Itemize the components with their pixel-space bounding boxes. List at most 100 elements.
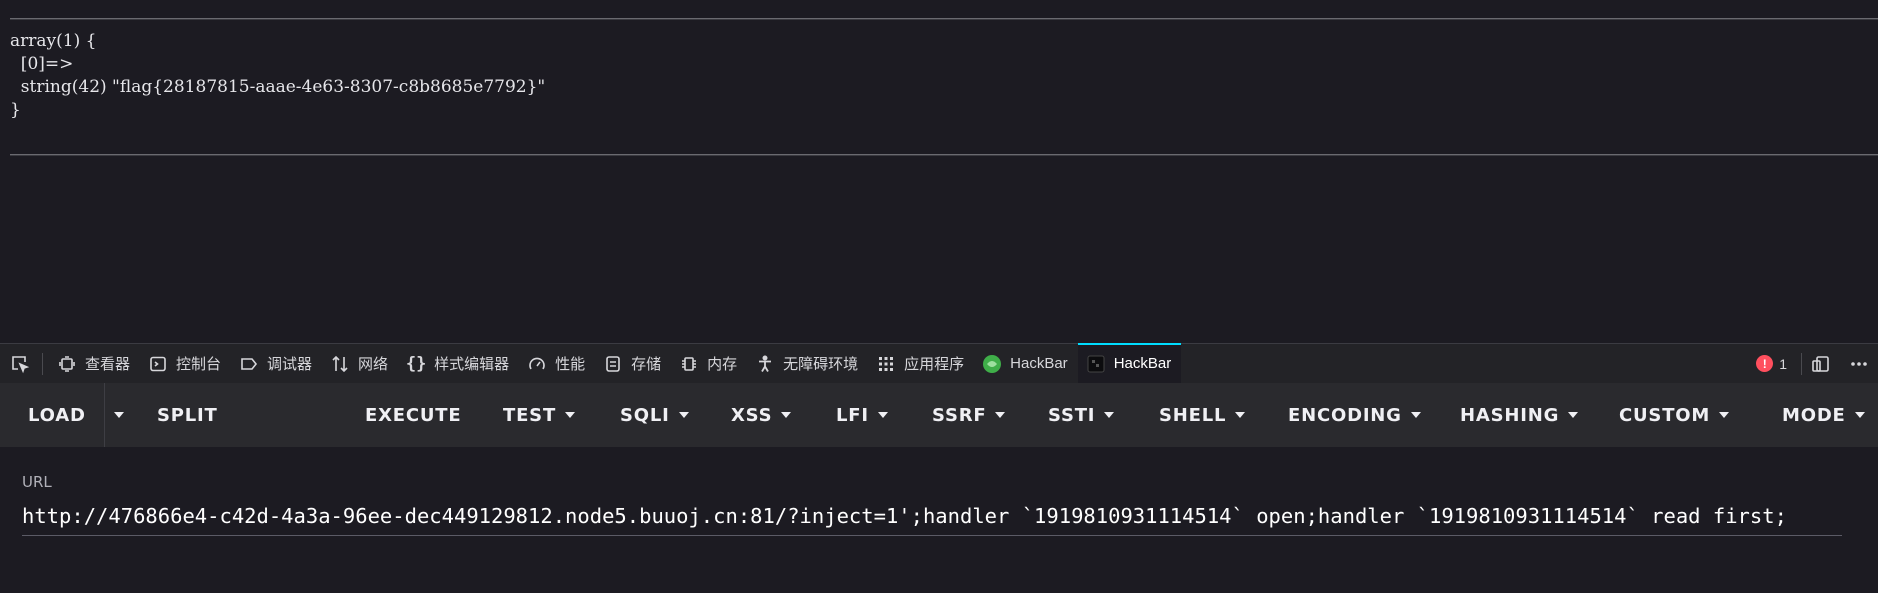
ssti-label: SSTI — [1048, 404, 1096, 426]
tab-label: 无障碍环境 — [783, 356, 859, 373]
tab-label: 存储 — [631, 356, 662, 373]
accessibility-icon — [755, 354, 775, 374]
tab-network[interactable]: 网络 — [322, 344, 398, 384]
caret-down-icon — [1719, 412, 1730, 418]
tab-label: 网络 — [358, 356, 389, 373]
caret-down-icon — [1235, 412, 1246, 418]
caret-down-icon — [1410, 412, 1421, 418]
tab-label: 调试器 — [267, 356, 313, 373]
load-button[interactable]: LOAD — [0, 383, 104, 447]
application-icon — [876, 354, 896, 374]
caret-down-icon — [565, 412, 576, 418]
hackbar-toolbar: LOAD SPLIT EXECUTE TEST SQLI XSS LFI SSR… — [0, 383, 1878, 447]
caret-down-icon — [877, 412, 888, 418]
devtools-toolbar: 查看器 控制台 调试器 网络 {} 样式编辑器 性能 存储 内存 无障碍环境 应… — [0, 342, 1878, 384]
caret-down-icon — [781, 412, 792, 418]
shell-label: SHELL — [1159, 404, 1227, 426]
tab-label: HackBar — [1010, 355, 1068, 372]
element-picker-button[interactable] — [0, 344, 40, 384]
tab-label: 应用程序 — [904, 356, 965, 373]
execute-label: EXECUTE — [365, 404, 462, 426]
error-count: 1 — [1779, 355, 1787, 372]
tab-label: 控制台 — [176, 356, 222, 373]
tab-hackbar-active[interactable]: HackBar — [1077, 342, 1182, 384]
page-content: array(1) { [0]=> string(42) "flag{281878… — [0, 0, 1878, 343]
ssrf-label: SSRF — [932, 404, 987, 426]
mode-label: MODE — [1782, 404, 1846, 426]
sqli-menu[interactable]: SQLI — [620, 383, 731, 447]
tab-hackbar-green[interactable]: HackBar — [974, 344, 1078, 384]
performance-icon — [527, 354, 547, 374]
tab-debugger[interactable]: 调试器 — [231, 344, 322, 384]
memory-icon — [679, 354, 699, 374]
custom-menu[interactable]: CUSTOM — [1619, 383, 1782, 447]
network-icon — [330, 354, 350, 374]
xss-menu[interactable]: XSS — [731, 383, 836, 447]
hackbar-dark-icon — [1086, 354, 1106, 374]
tab-console[interactable]: 控制台 — [140, 344, 231, 384]
caret-down-icon — [1568, 412, 1579, 418]
split-label: SPLIT — [157, 404, 218, 426]
mode-menu[interactable]: MODE — [1782, 383, 1878, 447]
dock-icon — [1812, 355, 1829, 372]
ssti-menu[interactable]: SSTI — [1048, 383, 1159, 447]
sqli-label: SQLI — [620, 404, 670, 426]
toolbar-separator — [42, 352, 43, 375]
test-menu[interactable]: TEST — [503, 383, 620, 447]
dump-line: } — [10, 100, 21, 120]
custom-label: CUSTOM — [1619, 404, 1711, 426]
caret-down-icon — [113, 412, 124, 418]
lfi-menu[interactable]: LFI — [836, 383, 932, 447]
encoding-label: ENCODING — [1288, 404, 1402, 426]
encoding-menu[interactable]: ENCODING — [1288, 383, 1460, 447]
more-dots-icon — [1851, 361, 1867, 366]
caret-down-icon — [1854, 412, 1865, 418]
caret-down-icon — [678, 412, 689, 418]
ssrf-menu[interactable]: SSRF — [932, 383, 1048, 447]
devtools-right-controls: ! 1 — [1742, 344, 1878, 384]
tab-performance[interactable]: 性能 — [519, 344, 595, 384]
tab-label: 内存 — [707, 356, 738, 373]
horizontal-rule-top — [10, 18, 1878, 20]
hashing-label: HASHING — [1460, 404, 1560, 426]
tab-storage[interactable]: 存储 — [595, 344, 671, 384]
debugger-icon — [239, 354, 259, 374]
error-icon: ! — [1756, 355, 1774, 372]
tab-inspector[interactable]: 查看器 — [49, 344, 140, 384]
storage-icon — [603, 354, 623, 374]
caret-down-icon — [1104, 412, 1115, 418]
tab-label: 查看器 — [85, 356, 131, 373]
lfi-label: LFI — [836, 404, 869, 426]
dump-line: array(1) { — [10, 31, 97, 51]
element-picker-icon — [12, 355, 30, 373]
tab-application[interactable]: 应用程序 — [868, 344, 974, 384]
style-editor-icon: {} — [405, 353, 427, 374]
caret-down-icon — [995, 412, 1006, 418]
load-label: LOAD — [28, 404, 86, 426]
test-label: TEST — [503, 404, 557, 426]
hackbar-green-icon — [982, 354, 1002, 374]
error-count-badge[interactable]: ! 1 — [1742, 355, 1801, 372]
inspector-icon — [57, 354, 77, 374]
dump-line-flag: string(42) "flag{28187815-aaae-4e63-8307… — [10, 77, 546, 97]
tab-style-editor[interactable]: {} 样式编辑器 — [398, 344, 519, 384]
url-field-label: URL — [22, 473, 52, 491]
dock-toggle-button[interactable] — [1802, 344, 1840, 384]
hashing-menu[interactable]: HASHING — [1460, 383, 1619, 447]
tab-label: 性能 — [555, 356, 586, 373]
tab-label: HackBar — [1113, 355, 1172, 372]
load-dropdown-button[interactable] — [104, 383, 132, 447]
console-icon — [148, 354, 168, 374]
xss-label: XSS — [731, 404, 773, 426]
shell-menu[interactable]: SHELL — [1159, 383, 1288, 447]
horizontal-rule-bottom — [10, 154, 1878, 156]
tab-label: 样式编辑器 — [434, 356, 510, 373]
url-textarea[interactable]: http://476866e4-c42d-4a3a-96ee-dec449129… — [22, 500, 1842, 536]
execute-button[interactable]: EXECUTE — [365, 383, 503, 447]
url-panel: URL http://476866e4-c42d-4a3a-96ee-dec44… — [0, 447, 1878, 593]
more-options-button[interactable] — [1840, 344, 1878, 384]
split-button[interactable]: SPLIT — [132, 383, 365, 447]
tab-accessibility[interactable]: 无障碍环境 — [747, 344, 868, 384]
tab-memory[interactable]: 内存 — [671, 344, 747, 384]
dump-line: [0]=> — [10, 54, 74, 74]
